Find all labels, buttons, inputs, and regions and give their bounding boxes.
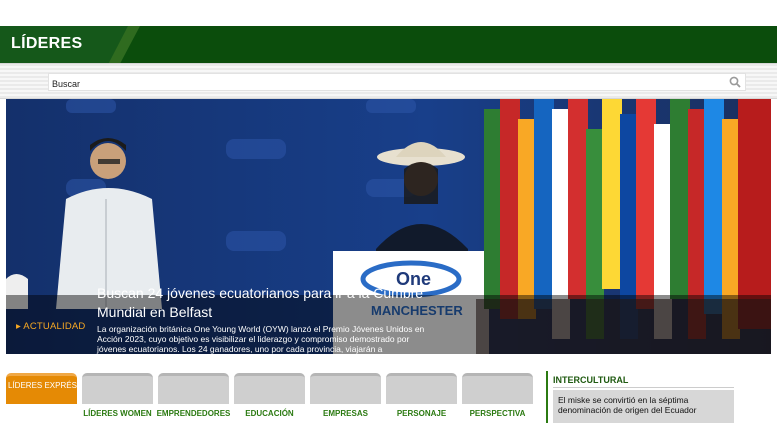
side-headline[interactable]: El miske se convirtió en la séptima deno… bbox=[553, 390, 734, 423]
tab-perspectiva[interactable]: PERSPECTIVA bbox=[462, 373, 533, 423]
hero-banner[interactable]: One MANCHESTER Buscan 24 jóvenes ecuator… bbox=[6, 99, 771, 354]
tab-box bbox=[310, 373, 381, 404]
search-input[interactable] bbox=[49, 76, 709, 92]
tab-emprendedores[interactable]: EMPRENDEDORES bbox=[157, 373, 230, 423]
tab-box bbox=[386, 373, 457, 404]
hero-category[interactable]: ▸ ACTUALIDAD bbox=[16, 321, 85, 332]
tab-label: EDUCACIÓN bbox=[245, 409, 294, 418]
tab-box bbox=[82, 373, 153, 404]
tab-label: PERSONAJE bbox=[396, 409, 447, 418]
tab-label: PERSPECTIVA bbox=[469, 409, 526, 418]
side-section-title[interactable]: INTERCULTURAL bbox=[553, 375, 628, 385]
tab-label: LÍDERES EXPRÉS bbox=[8, 381, 77, 390]
hero-title[interactable]: Buscan 24 jóvenes ecuatorianos para ir a… bbox=[97, 284, 457, 322]
page: LÍDERES Buscar One MANCHESTER Buscan 24 … bbox=[0, 0, 777, 423]
tab-lideres-expres[interactable]: LÍDERES EXPRÉS bbox=[6, 373, 77, 423]
tab-personaje[interactable]: PERSONAJE bbox=[386, 373, 457, 423]
search-band bbox=[0, 63, 777, 99]
tab-label: LÍDERES WOMEN bbox=[83, 409, 152, 418]
side-divider bbox=[553, 387, 734, 388]
tab-label: EMPRESAS bbox=[323, 409, 368, 418]
hero-summary: La organización británica One Young Worl… bbox=[97, 324, 425, 354]
site-logo[interactable]: LÍDERES bbox=[11, 35, 82, 53]
tab-educacion[interactable]: EDUCACIÓN bbox=[234, 373, 305, 423]
site-header: LÍDERES bbox=[0, 26, 777, 63]
search-icon[interactable] bbox=[729, 76, 741, 88]
search-box bbox=[48, 73, 746, 92]
tab-lideres-women[interactable]: LÍDERES WOMEN bbox=[82, 373, 153, 423]
tab-box: LÍDERES EXPRÉS bbox=[6, 373, 77, 404]
intercultural-panel: INTERCULTURAL El miske se convirtió en l… bbox=[546, 371, 734, 423]
tab-empresas[interactable]: EMPRESAS bbox=[310, 373, 381, 423]
tab-box bbox=[234, 373, 305, 404]
tab-box bbox=[462, 373, 533, 404]
hero-category-label: ACTUALIDAD bbox=[23, 321, 86, 332]
section-tabs: LÍDERES EXPRÉS LÍDERES WOMEN EMPRENDEDOR… bbox=[6, 373, 536, 423]
tab-label: EMPRENDEDORES bbox=[156, 409, 231, 418]
side-accent-rule bbox=[546, 371, 548, 423]
tab-box bbox=[158, 373, 229, 404]
